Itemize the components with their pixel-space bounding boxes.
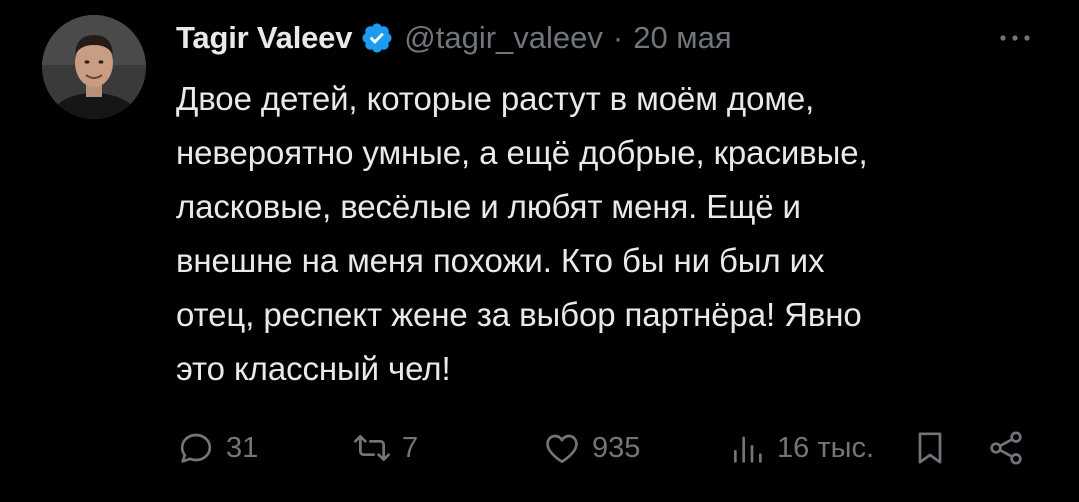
- bookmark-button[interactable]: [910, 420, 950, 476]
- reply-button[interactable]: 31: [176, 420, 258, 476]
- tweet-text: Двое детей, которые растут в моём доме, …: [176, 80, 868, 387]
- like-count: 935: [592, 431, 641, 464]
- share-button[interactable]: [986, 420, 1026, 476]
- views-button[interactable]: 16 тыс.: [727, 420, 874, 476]
- repost-icon: [352, 428, 392, 468]
- views-icon: [727, 428, 767, 468]
- verified-badge-icon[interactable]: [360, 21, 394, 55]
- views-count: 16 тыс.: [777, 431, 874, 464]
- tweet: Tagir Valeev @tagir_valeev · 20 мая Двое…: [0, 0, 1079, 502]
- repost-button[interactable]: 7: [352, 420, 418, 476]
- reply-count: 31: [226, 431, 259, 464]
- like-button[interactable]: 935: [542, 420, 640, 476]
- repost-count: 7: [402, 431, 419, 464]
- more-icon[interactable]: [995, 18, 1035, 58]
- tweet-header: Tagir Valeev @tagir_valeev · 20 мая: [176, 14, 732, 62]
- author-handle[interactable]: @tagir_valeev: [404, 20, 603, 56]
- tweet-date[interactable]: 20 мая: [633, 20, 731, 56]
- like-icon: [542, 428, 582, 468]
- bookmark-icon: [910, 428, 950, 468]
- tweet-actions: 31 7 935 16 тыс.: [176, 420, 1036, 476]
- reply-icon: [176, 428, 216, 468]
- avatar[interactable]: [42, 15, 146, 119]
- share-icon: [986, 428, 1026, 468]
- separator-dot: ·: [612, 20, 624, 55]
- author-name[interactable]: Tagir Valeev: [176, 20, 352, 56]
